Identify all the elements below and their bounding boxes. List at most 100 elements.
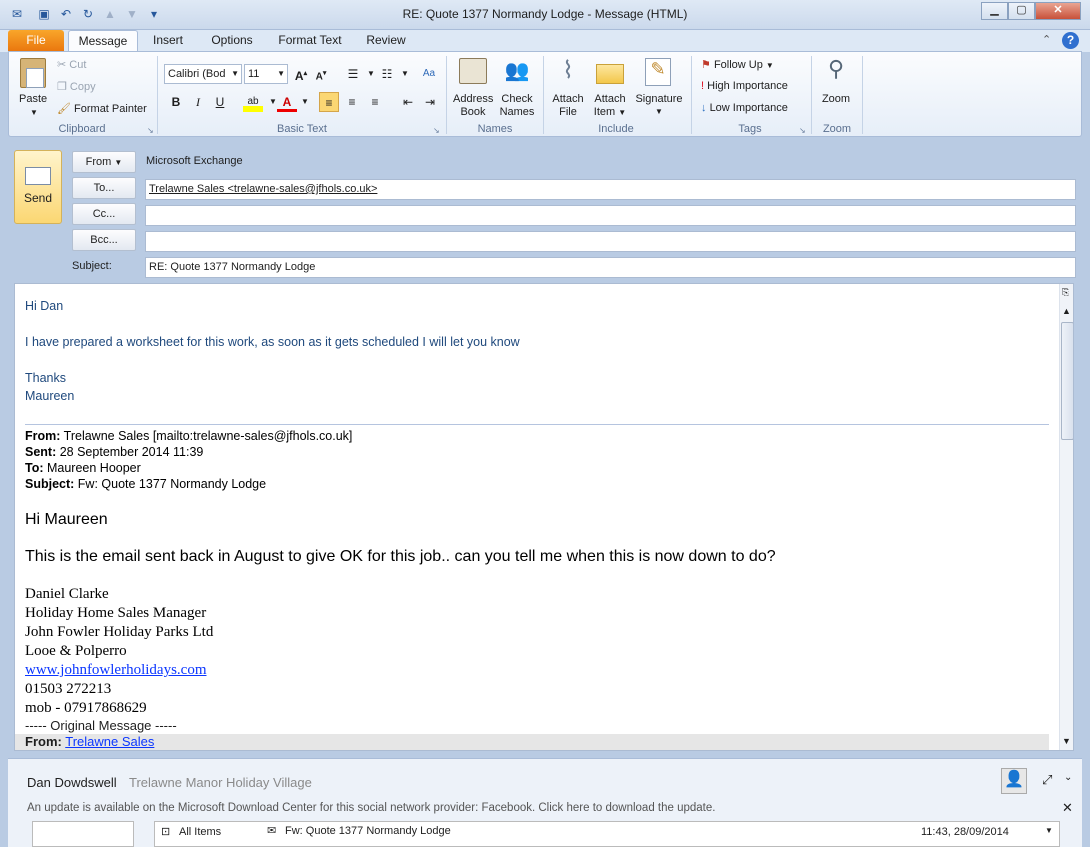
sig-location: Looe & Polperro — [25, 643, 127, 659]
clear-formatting-icon[interactable]: Aa — [419, 64, 439, 84]
grow-font-icon[interactable]: A▴ — [291, 64, 311, 84]
close-notice-icon[interactable]: ✕ — [1062, 800, 1073, 816]
address-book-label-2[interactable]: Book — [453, 106, 493, 118]
to-button[interactable]: To... — [72, 177, 136, 199]
low-importance-button[interactable]: ↓ Low Importance — [701, 102, 788, 114]
italic-icon[interactable]: I — [188, 92, 208, 112]
original-from-link[interactable]: Trelawne Sales — [65, 734, 154, 749]
align-center-icon[interactable]: ≡ — [342, 92, 362, 112]
tab-insert[interactable]: Insert — [144, 30, 192, 52]
font-name-combo[interactable]: Calibri (Bod ▼ — [164, 64, 242, 84]
vertical-scrollbar[interactable]: ⎘ ▲ ▼ — [1059, 284, 1073, 750]
sig-website-link[interactable]: www.johnfowlerholidays.com — [25, 662, 207, 679]
signature-label[interactable]: Signature — [632, 93, 686, 105]
people-tab[interactable] — [32, 821, 134, 847]
bcc-button[interactable]: Bcc... — [72, 229, 136, 251]
address-book-icon[interactable] — [459, 58, 487, 84]
chevron-down-icon: ▼ — [277, 69, 285, 78]
scroll-up-icon[interactable]: ▲ — [1062, 306, 1071, 316]
zoom-label[interactable]: Zoom — [815, 93, 857, 105]
original-message-separator: ----- Original Message ----- — [25, 718, 177, 733]
reply-thanks: Thanks — [25, 371, 66, 385]
shrink-font-icon[interactable]: A▾ — [311, 64, 331, 84]
cc-button[interactable]: Cc... — [72, 203, 136, 225]
font-color-dropdown-icon[interactable]: ▼ — [295, 92, 315, 112]
sig-title: Holiday Home Sales Manager — [25, 605, 207, 621]
all-items-label[interactable]: All Items — [179, 826, 221, 838]
check-names-icon[interactable]: 👥 — [503, 58, 531, 84]
check-names-label-1[interactable]: Check — [497, 93, 537, 105]
minimize-button[interactable]: ▁ — [981, 2, 1008, 20]
check-names-label-2[interactable]: Names — [497, 106, 537, 118]
follow-up-button[interactable]: ⚑ Follow Up ▼ — [701, 58, 774, 71]
message-body[interactable]: Hi Dan I have prepared a worksheet for t… — [14, 283, 1074, 751]
scroll-thumb[interactable] — [1061, 322, 1073, 440]
sig-company: John Fowler Holiday Parks Ltd — [25, 624, 214, 640]
numbering-icon[interactable]: ☷ — [377, 64, 397, 84]
attach-file-label-1[interactable]: Attach — [547, 93, 589, 105]
tags-launcher-icon[interactable]: ↘ — [799, 126, 806, 135]
tab-file[interactable]: File — [8, 30, 64, 52]
envelope-icon[interactable] — [596, 64, 624, 84]
maximize-button[interactable]: ▢ — [1008, 2, 1035, 20]
tab-review[interactable]: Review — [359, 30, 413, 52]
high-importance-button[interactable]: ! High Importance — [701, 80, 788, 92]
format-painter-icon: 🖌 — [57, 103, 71, 115]
list-scroll-icon[interactable]: ▼ — [1045, 826, 1053, 835]
activity-list[interactable]: ⊡ All Items ✉ Fw: Quote 1377 Normandy Lo… — [154, 821, 1060, 847]
minimize-ribbon-icon[interactable]: ⌃ — [1042, 33, 1051, 46]
contact-name[interactable]: Dan Dowdswell — [27, 775, 117, 790]
expand-icon[interactable]: ⤢ — [1042, 772, 1052, 788]
align-right-icon[interactable]: ≡ — [365, 92, 385, 112]
scroll-options-icon[interactable]: ⎘ — [1062, 287, 1069, 298]
decrease-indent-icon[interactable]: ⇤ — [398, 92, 418, 112]
item-subject[interactable]: Fw: Quote 1377 Normandy Lodge — [285, 825, 451, 837]
cc-field[interactable] — [145, 205, 1076, 226]
header-sent: Sent: 28 September 2014 11:39 — [25, 445, 204, 459]
paperclip-icon[interactable]: ⌇ — [557, 56, 579, 86]
from-button[interactable]: From ▼ — [72, 151, 136, 173]
subject-field[interactable]: RE: Quote 1377 Normandy Lodge — [145, 257, 1076, 278]
cut-button[interactable]: ✂ Cut — [57, 58, 86, 71]
font-color-icon[interactable]: A — [277, 92, 297, 112]
window-title: RE: Quote 1377 Normandy Lodge - Message … — [402, 7, 688, 21]
increase-indent-icon[interactable]: ⇥ — [420, 92, 440, 112]
basic-text-launcher-icon[interactable]: ↘ — [433, 126, 440, 135]
chevron-down-icon[interactable]: ⌄ — [1064, 772, 1072, 783]
numbering-dropdown-icon[interactable]: ▼ — [395, 64, 415, 84]
format-painter-button[interactable]: 🖌 Format Painter — [57, 102, 147, 115]
reply-signature: Maureen — [25, 389, 75, 403]
scroll-down-icon[interactable]: ▼ — [1062, 736, 1071, 746]
tab-options[interactable]: Options — [203, 30, 261, 52]
avatar-icon: 👤 — [1001, 768, 1027, 794]
tab-format-text[interactable]: Format Text — [272, 30, 348, 52]
copy-button[interactable]: ❐ Copy — [57, 80, 96, 93]
bold-icon[interactable]: B — [166, 92, 186, 112]
contact-company: Trelawne Manor Holiday Village — [129, 775, 312, 790]
sig-name: Daniel Clarke — [25, 586, 109, 602]
magnifier-icon[interactable]: ⚲ — [823, 56, 849, 86]
attach-item-label-1[interactable]: Attach — [589, 93, 631, 105]
font-size-combo[interactable]: 11 ▼ — [244, 64, 288, 84]
underline-icon[interactable]: U — [210, 92, 230, 112]
signature-dropdown-icon[interactable]: ▼ — [655, 107, 663, 116]
paste-dropdown-icon[interactable]: ▼ — [30, 108, 38, 117]
close-button[interactable]: ✕ — [1035, 2, 1081, 20]
down-arrow-icon: ↓ — [701, 102, 707, 114]
help-icon[interactable]: ? — [1062, 32, 1079, 49]
highlight-icon[interactable]: ab — [243, 92, 263, 112]
align-left-icon[interactable]: ≡ — [319, 92, 339, 112]
chevron-down-icon: ▼ — [231, 69, 239, 78]
signature-icon[interactable]: ✎ — [645, 58, 671, 86]
attach-file-label-2[interactable]: File — [547, 106, 589, 118]
bcc-field[interactable] — [145, 231, 1076, 252]
to-field[interactable]: Trelawne Sales <trelawne-sales@jfhols.co… — [145, 179, 1076, 200]
font-name-value: Calibri (Bod — [168, 68, 226, 80]
address-book-label-1[interactable]: Address — [453, 93, 493, 105]
update-notice[interactable]: An update is available on the Microsoft … — [27, 802, 715, 814]
tab-message[interactable]: Message — [68, 30, 138, 52]
bullets-icon[interactable]: ☰ — [343, 64, 363, 84]
clipboard-launcher-icon[interactable]: ↘ — [147, 126, 154, 135]
attach-item-label-2[interactable]: Item ▼ — [589, 106, 631, 118]
send-button[interactable]: Send — [14, 150, 62, 224]
